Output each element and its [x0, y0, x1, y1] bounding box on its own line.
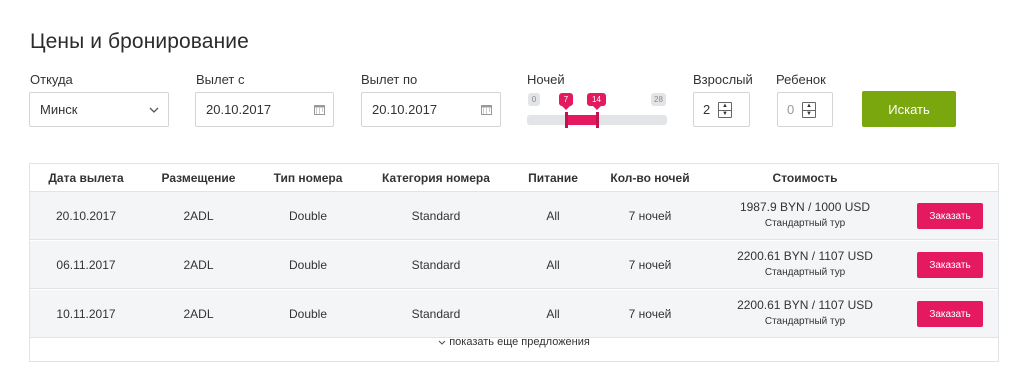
cell-room-type: Double: [288, 307, 328, 321]
cell-placement: 2ADL: [183, 258, 214, 272]
table-header: Дата вылета Размещение Тип номера Катего…: [30, 164, 998, 192]
cell-category: Standard: [411, 209, 461, 223]
column-header-date: Дата вылета: [48, 171, 124, 185]
stepper-icon[interactable]: ▲ ▼: [718, 101, 732, 118]
table-row: 20.10.2017 2ADL Double Standard All 7 но…: [30, 192, 998, 240]
adults-stepper[interactable]: 2 ▲ ▼: [693, 92, 750, 127]
chevron-down-icon: [140, 107, 168, 113]
nights-from-badge: 7: [559, 93, 573, 110]
nights-slider-handle-min[interactable]: [565, 112, 568, 128]
from-label: Откуда: [30, 72, 73, 87]
cell-date: 20.10.2017: [55, 209, 117, 223]
adults-label: Взрослый: [693, 72, 753, 87]
column-header-room-type: Тип номера: [273, 171, 343, 185]
cell-placement: 2ADL: [183, 209, 214, 223]
cell-meal: All: [546, 258, 560, 272]
date-from-field[interactable]: 20.10.2017: [195, 92, 334, 127]
table-row: 10.11.2017 2ADL Double Standard All 7 но…: [30, 290, 998, 338]
calendar-icon[interactable]: [472, 104, 500, 115]
column-header-nights: Кол-во ночей: [610, 171, 690, 185]
column-header-meal: Питание: [528, 171, 578, 185]
chevron-down-icon: [438, 336, 449, 348]
from-select[interactable]: Минск: [29, 92, 169, 127]
date-from-label: Вылет с: [196, 72, 245, 87]
calendar-icon[interactable]: [305, 104, 333, 115]
adults-value: 2: [703, 102, 711, 117]
date-from-value: 20.10.2017: [206, 102, 272, 117]
cell-nights: 7 ночей: [628, 258, 672, 272]
order-button[interactable]: Заказать: [917, 252, 983, 278]
cell-category: Standard: [411, 307, 461, 321]
show-more-link[interactable]: показать еще предложения: [30, 336, 998, 348]
order-button[interactable]: Заказать: [917, 301, 983, 327]
cell-price: 2200.61 BYN / 1107 USD Стандартный тур: [720, 297, 890, 331]
tour-type: Стандартный тур: [764, 267, 846, 278]
cell-meal: All: [546, 307, 560, 321]
cell-date: 06.11.2017: [56, 258, 116, 272]
cell-date: 10.11.2017: [56, 307, 116, 321]
children-stepper[interactable]: 0 ▲ ▼: [777, 92, 833, 127]
table-row: 06.11.2017 2ADL Double Standard All 7 но…: [30, 241, 998, 289]
date-to-value: 20.10.2017: [372, 102, 438, 117]
nights-min-label: 0: [528, 93, 540, 106]
cell-room-type: Double: [288, 258, 328, 272]
page-title: Цены и бронирование: [30, 30, 249, 53]
cell-room-type: Double: [288, 209, 328, 223]
date-to-label: Вылет по: [361, 72, 418, 87]
price-text: 2200.61 BYN / 1107 USD: [737, 249, 873, 263]
column-header-price: Стоимость: [772, 171, 838, 185]
show-more-label: показать еще предложения: [449, 336, 590, 348]
stepper-icon[interactable]: ▲ ▼: [802, 101, 816, 118]
column-header-category: Категория номера: [382, 171, 490, 185]
column-header-placement: Размещение: [161, 171, 236, 185]
cell-nights: 7 ночей: [628, 209, 672, 223]
children-value: 0: [787, 102, 795, 117]
price-text: 2200.61 BYN / 1107 USD: [737, 298, 873, 312]
cell-price: 1987.9 BYN / 1000 USD Стандартный тур: [720, 199, 890, 233]
date-to-field[interactable]: 20.10.2017: [361, 92, 501, 127]
from-value: Минск: [40, 102, 78, 117]
nights-to-badge: 14: [587, 93, 606, 110]
children-label: Ребенок: [776, 72, 826, 87]
nights-slider-range: [566, 115, 597, 125]
nights-label: Ночей: [527, 72, 565, 87]
search-button[interactable]: Искать: [862, 91, 956, 127]
cell-meal: All: [546, 209, 560, 223]
cell-nights: 7 ночей: [628, 307, 672, 321]
price-text: 1987.9 BYN / 1000 USD: [739, 200, 871, 214]
results-table: Дата вылета Размещение Тип номера Катего…: [29, 163, 999, 362]
order-button[interactable]: Заказать: [917, 203, 983, 229]
tour-type: Стандартный тур: [764, 218, 846, 229]
nights-max-label: 28: [651, 93, 666, 106]
nights-slider-handle-max[interactable]: [596, 112, 599, 128]
cell-price: 2200.61 BYN / 1107 USD Стандартный тур: [720, 248, 890, 282]
tour-type: Стандартный тур: [764, 316, 846, 327]
cell-placement: 2ADL: [183, 307, 214, 321]
cell-category: Standard: [411, 258, 461, 272]
